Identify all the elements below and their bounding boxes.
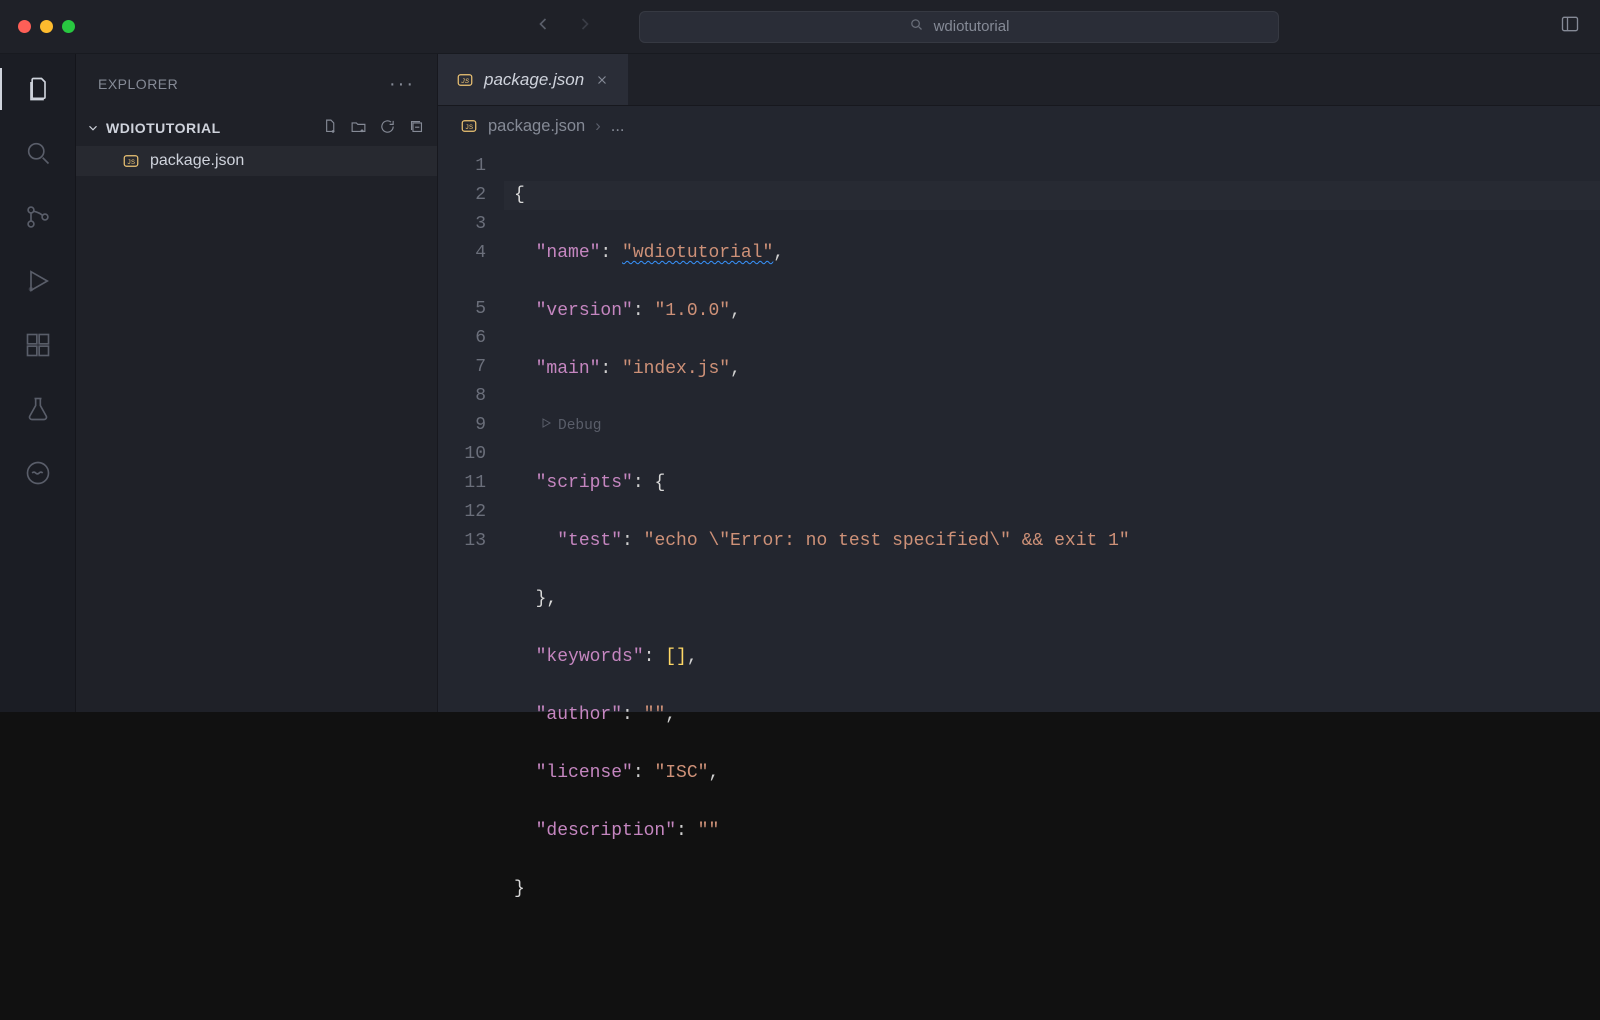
code-token: "wdiotutorial" (622, 243, 773, 263)
chevron-right-icon: › (595, 117, 601, 136)
code-token: "scripts" (536, 473, 633, 493)
line-number: 1 (438, 152, 486, 181)
code-token: "name" (536, 243, 601, 263)
line-number: 4 (438, 239, 486, 268)
editor-tabs: JS package.json (438, 54, 1600, 106)
refresh-button[interactable] (379, 118, 396, 138)
line-number: 8 (438, 382, 486, 411)
activity-bar (0, 54, 76, 712)
new-file-button[interactable] (321, 118, 338, 138)
line-number: 13 (438, 527, 486, 556)
editor-tab-label: package.json (484, 70, 584, 90)
code-content[interactable]: { "name": "wdiotutorial", "version": "1.… (504, 146, 1600, 712)
line-number: 9 (438, 411, 486, 440)
code-token: "" (698, 821, 720, 841)
window-maximize-button[interactable] (62, 20, 75, 33)
code-token: { (654, 473, 665, 493)
code-token: }, (536, 589, 558, 609)
window-minimize-button[interactable] (40, 20, 53, 33)
code-token: "test" (557, 531, 622, 551)
breadcrumbs[interactable]: JS package.json › ... (438, 106, 1600, 146)
line-gutter: 1 2 3 4 5 6 7 8 9 10 11 12 13 (438, 146, 504, 712)
codelens-label: Debug (558, 412, 602, 441)
search-activity[interactable] (23, 138, 53, 168)
editor-group: JS package.json JS package.json › ... (438, 54, 1600, 712)
explorer-header: EXPLORER ··· (76, 54, 437, 114)
breadcrumb-more: ... (611, 117, 625, 136)
command-center-text: wdiotutorial (934, 18, 1010, 35)
code-token: "license" (536, 763, 633, 783)
svg-text:JS: JS (127, 159, 135, 167)
source-control-activity[interactable] (23, 202, 53, 232)
file-tree-item[interactable]: JS package.json (76, 146, 437, 176)
chevron-down-icon (86, 121, 100, 135)
run-debug-activity[interactable] (23, 266, 53, 296)
traffic-lights (14, 20, 75, 33)
code-token: "1.0.0" (654, 301, 730, 321)
search-icon (909, 17, 924, 36)
extensions-activity[interactable] (23, 330, 53, 360)
vscode-window: wdiotutorial (0, 0, 1600, 712)
code-token: "author" (536, 705, 622, 725)
svg-text:JS: JS (461, 78, 469, 86)
code-token: "main" (536, 359, 601, 379)
code-token: "index.js" (622, 359, 730, 379)
code-token: } (514, 879, 525, 899)
json-file-icon: JS (122, 152, 140, 170)
codespaces-activity[interactable] (23, 458, 53, 488)
code-editor[interactable]: 1 2 3 4 5 6 7 8 9 10 11 12 13 { "name": … (438, 146, 1600, 712)
collapse-all-button[interactable] (408, 118, 425, 138)
explorer-more-button[interactable]: ··· (389, 73, 415, 96)
editor-tab[interactable]: JS package.json (438, 54, 629, 105)
line-number: 7 (438, 353, 486, 382)
json-file-icon: JS (456, 71, 474, 89)
line-number: 11 (438, 469, 486, 498)
testing-activity[interactable] (23, 394, 53, 424)
line-number: 3 (438, 210, 486, 239)
command-center[interactable]: wdiotutorial (639, 11, 1279, 43)
close-tab-button[interactable] (594, 72, 610, 88)
explorer-sidebar: EXPLORER ··· WDIOTUTORIAL (76, 54, 438, 712)
breadcrumb-file: package.json (488, 117, 585, 136)
line-number: 5 (438, 295, 486, 324)
line-number: 2 (438, 181, 486, 210)
debug-codelens[interactable]: Debug (504, 413, 1600, 440)
explorer-root[interactable]: WDIOTUTORIAL (76, 114, 437, 146)
layout-toggle-button[interactable] (1560, 14, 1580, 39)
svg-text:JS: JS (465, 124, 473, 132)
code-token: "" (644, 705, 666, 725)
code-token: "version" (536, 301, 633, 321)
nav-back-button[interactable] (533, 14, 553, 39)
new-folder-button[interactable] (350, 118, 367, 138)
code-token: [] (665, 647, 687, 667)
code-token: { (514, 185, 525, 205)
explorer-activity[interactable] (23, 74, 53, 104)
titlebar: wdiotutorial (0, 0, 1600, 54)
code-token: "ISC" (654, 763, 708, 783)
json-file-icon: JS (460, 117, 478, 135)
explorer-root-name: WDIOTUTORIAL (106, 120, 221, 136)
line-number: 12 (438, 498, 486, 527)
nav-arrows (533, 14, 595, 39)
line-number: 6 (438, 324, 486, 353)
code-token: "echo \"Error: no test specified\" && ex… (644, 531, 1130, 551)
explorer-title: EXPLORER (98, 76, 178, 92)
body: EXPLORER ··· WDIOTUTORIAL (0, 54, 1600, 712)
code-token: "description" (536, 821, 676, 841)
window-close-button[interactable] (18, 20, 31, 33)
line-number: 10 (438, 440, 486, 469)
nav-forward-button[interactable] (575, 14, 595, 39)
play-icon (540, 412, 552, 441)
code-token: "keywords" (536, 647, 644, 667)
file-name: package.json (150, 152, 244, 170)
